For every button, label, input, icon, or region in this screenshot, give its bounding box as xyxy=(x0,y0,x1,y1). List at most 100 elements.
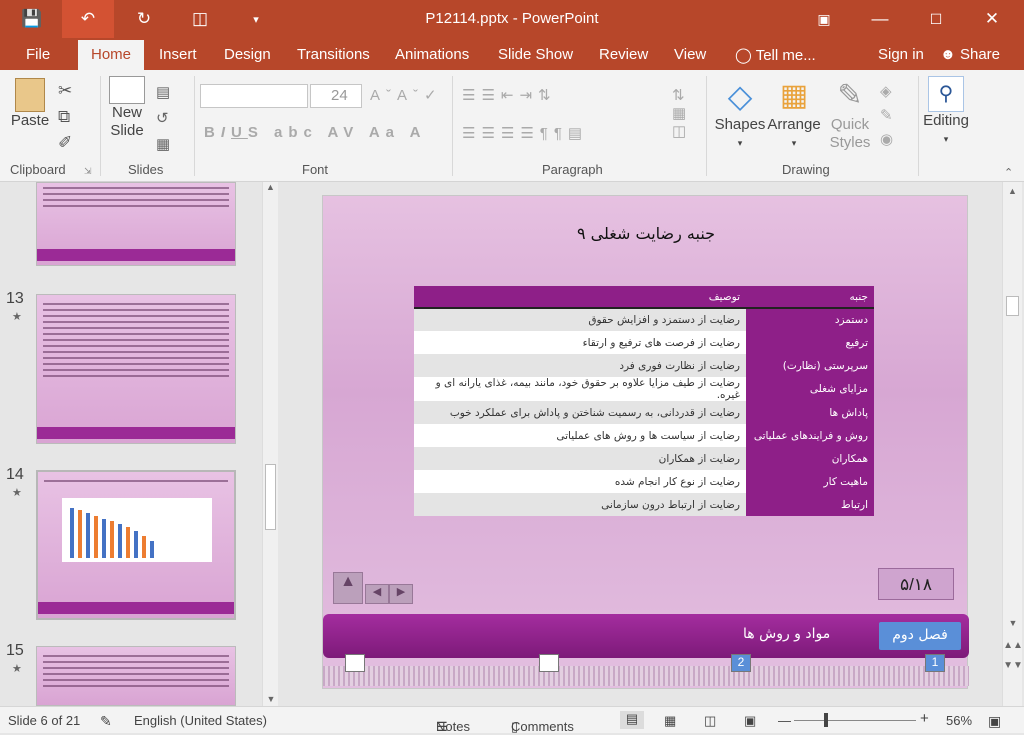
zoom-level[interactable]: 56% xyxy=(946,713,972,728)
tab-design[interactable]: Design xyxy=(224,46,271,63)
status-bar: Slide 6 of 21 ✎ English (United States) … xyxy=(0,706,1024,734)
scroll-up-icon[interactable]: ▲ xyxy=(1003,186,1022,196)
thumbnail-slide-13[interactable] xyxy=(36,294,236,444)
clipboard-launcher-icon[interactable]: ⇲ xyxy=(84,166,92,177)
font-size-box[interactable]: 24 xyxy=(310,84,362,108)
ribbon-display-icon[interactable]: ▣ xyxy=(802,0,846,38)
slide-title[interactable]: ۹ جنبه رضایت شغلی xyxy=(323,224,969,243)
language-indicator[interactable]: English (United States) xyxy=(134,713,267,728)
slide-table[interactable]: جنبه توصیف دستمزد رضایت از دستمزد و افزای… xyxy=(414,286,874,516)
thumbnail-chart xyxy=(62,498,212,562)
zoom-slider-thumb[interactable] xyxy=(824,713,828,727)
home-nav-icon[interactable]: ▲ xyxy=(333,572,363,604)
table-row: دستمزد رضایت از دستمزد و افزایش حقوق xyxy=(414,308,874,331)
scroll-up-icon[interactable]: ▲ xyxy=(263,182,278,192)
table-cell: ارتباط xyxy=(746,493,874,516)
table-cell: ترفیع xyxy=(746,331,874,354)
new-slide-button[interactable]: New Slide xyxy=(104,76,150,140)
text-direction-icons[interactable]: ⇅ ▦ ◫ xyxy=(672,86,688,140)
arrange-button[interactable]: ▦ Arrange ▾ xyxy=(766,76,822,152)
shape-fill-icon[interactable]: ◈ xyxy=(880,80,893,104)
quick-styles-icon: ✎ xyxy=(837,79,863,112)
reset-icon[interactable]: ↺ xyxy=(156,106,170,132)
tab-home[interactable]: Home xyxy=(78,40,144,70)
shape-outline-icon[interactable]: ✎ xyxy=(880,104,893,128)
tab-animations[interactable]: Animations xyxy=(395,46,469,63)
format-painter-icon[interactable]: ✐ xyxy=(58,130,72,156)
tab-transitions[interactable]: Transitions xyxy=(297,46,370,63)
scroll-thumb[interactable] xyxy=(1006,296,1019,316)
scroll-down-icon[interactable]: ▼ xyxy=(263,694,279,704)
table-header: جنبه xyxy=(746,286,874,309)
tab-slide-show[interactable]: Slide Show xyxy=(498,46,573,63)
shape-effects-icon[interactable]: ◉ xyxy=(880,128,893,152)
close-icon[interactable]: ✕ xyxy=(970,0,1014,38)
thumbnail-slide-15[interactable] xyxy=(36,646,236,706)
layout-icon[interactable]: ▤ xyxy=(156,80,170,106)
tab-file[interactable]: File xyxy=(26,46,50,63)
section-icon[interactable]: ▦ xyxy=(156,132,170,158)
arrange-icon: ▦ xyxy=(779,79,809,112)
group-slides: Slides xyxy=(128,162,164,177)
fit-to-window-icon[interactable]: ▣ xyxy=(988,713,1001,730)
table-header: توصیف xyxy=(414,286,746,309)
align-buttons[interactable]: ☰☰☰☰¶¶▤ xyxy=(462,124,588,142)
table-cell: رضایت از فرصت های ترفیع و ارتقاء xyxy=(414,331,746,354)
group-font: Font xyxy=(302,162,329,177)
slide-footer-bar: مواد و روش ها فصل دوم xyxy=(323,614,969,658)
slide-sorter-icon[interactable]: ▦ xyxy=(664,713,676,729)
font-name-box[interactable] xyxy=(200,84,308,108)
star-icon: ★ xyxy=(12,663,22,675)
maximize-icon[interactable]: ☐ xyxy=(914,0,958,38)
paste-button[interactable]: Paste xyxy=(10,78,50,130)
tab-insert[interactable]: Insert xyxy=(159,46,197,63)
table-row: مزایای شغلی رضایت از طیف مزایا علاوه بر ح… xyxy=(414,377,874,401)
ribbon: Paste ✂ ⧉ ✐ Clipboard ⇲ New Slide ▤ ↺ ▦ … xyxy=(0,70,1024,182)
next-slide-icon[interactable]: ▼▼ xyxy=(1003,660,1023,671)
slide-scrollbar[interactable]: ▲ ▼ ▲▲ ▼▼ xyxy=(1002,182,1023,706)
list-buttons[interactable]: ☰☰⇤⇥⇅ xyxy=(462,86,557,104)
previous-slide-icon[interactable]: ▲▲ xyxy=(1003,640,1023,651)
prev-nav-icon[interactable]: ◀ xyxy=(365,584,389,604)
zoom-out-icon[interactable]: — xyxy=(778,713,791,728)
table-cell: رضایت از طیف مزایا علاوه بر حقوق خود، ما… xyxy=(414,377,746,401)
next-nav-icon[interactable]: ▶ xyxy=(389,584,413,604)
thumbnail-number: 15 xyxy=(6,642,24,659)
scroll-thumb[interactable] xyxy=(265,464,276,530)
tab-view[interactable]: View xyxy=(674,46,706,63)
thumbnail-slide-12[interactable] xyxy=(36,182,236,266)
slideshow-view-icon[interactable]: ▣ xyxy=(744,713,756,729)
scroll-down-icon[interactable]: ▼ xyxy=(1003,618,1023,628)
tab-review[interactable]: Review xyxy=(599,46,648,63)
font-style-row[interactable]: BIUS abc AV Aa A xyxy=(204,124,426,141)
sign-in-link[interactable]: Sign in xyxy=(878,46,924,63)
font-grow-shrink[interactable]: AˇAˇ✓ xyxy=(370,86,443,104)
group-drawing: Drawing xyxy=(782,162,830,177)
group-paragraph: Paragraph xyxy=(542,162,603,177)
reading-view-icon[interactable]: ◫ xyxy=(704,713,716,729)
section-label[interactable]: فصل دوم xyxy=(879,622,961,650)
editing-button[interactable]: ⚲ Editing ▾ xyxy=(922,76,970,148)
shapes-button[interactable]: ◇ Shapes ▾ xyxy=(714,76,766,152)
thumbnail-slide-14[interactable] xyxy=(36,470,236,620)
table-cell: رضایت از همکاران xyxy=(414,447,746,470)
quick-styles-button[interactable]: ✎ Quick Styles xyxy=(824,76,876,152)
spelling-icon[interactable]: ✎ xyxy=(100,713,112,730)
collapse-ribbon-icon[interactable]: ⌃ xyxy=(1004,166,1013,179)
shapes-icon: ◇ xyxy=(727,78,753,114)
thumbnail-number: 14 xyxy=(6,466,24,483)
tell-me-box[interactable]: ◯ Tell me... xyxy=(735,46,816,64)
thumbnail-scrollbar[interactable]: ▲ ▼ xyxy=(262,182,278,706)
table-row: سرپرستی (نظارت) رضایت از نظارت فوری فرد xyxy=(414,354,874,377)
copy-icon[interactable]: ⧉ xyxy=(58,104,72,130)
current-slide[interactable]: ۹ جنبه رضایت شغلی جنبه توصیف دستمزد رضایت… xyxy=(322,195,969,689)
zoom-slider[interactable] xyxy=(794,720,916,721)
table-row: ترفیع رضایت از فرصت های ترفیع و ارتقاء xyxy=(414,331,874,354)
share-button[interactable]: ☻ Share xyxy=(940,46,1000,63)
table-row: همکاران رضایت از همکاران xyxy=(414,447,874,470)
normal-view-icon[interactable]: ▤ xyxy=(620,711,644,729)
minimize-icon[interactable]: — xyxy=(858,0,902,38)
cut-icon[interactable]: ✂ xyxy=(58,78,72,104)
slide-counter: Slide 6 of 21 xyxy=(8,713,81,728)
zoom-in-icon[interactable]: + xyxy=(920,710,929,727)
